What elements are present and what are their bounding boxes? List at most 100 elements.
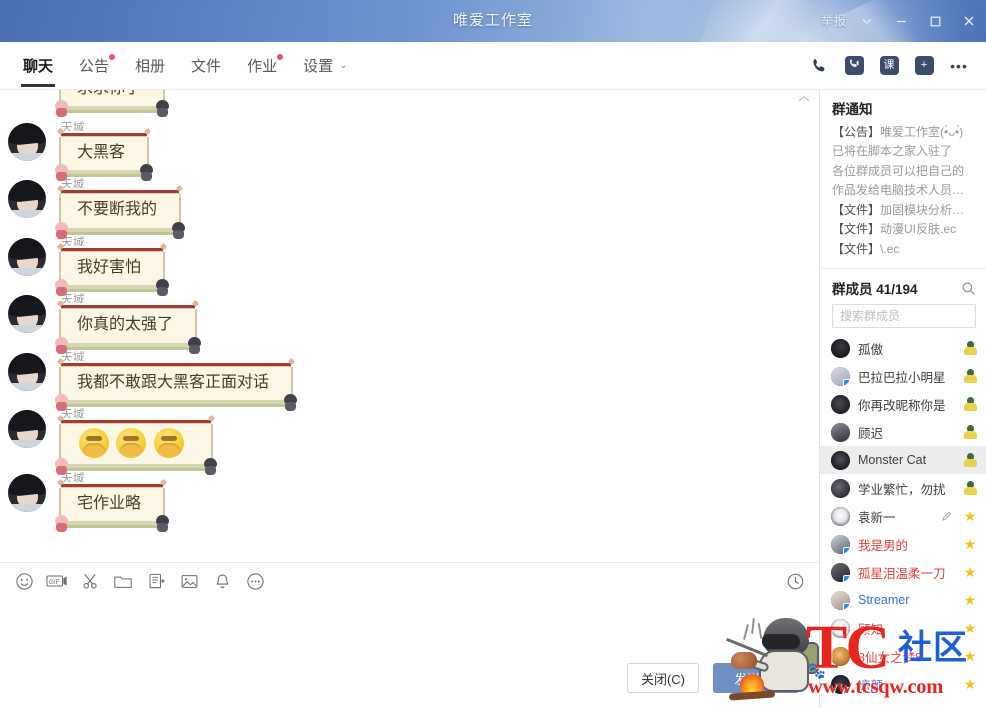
chat-column: 求求你了 [0,90,820,708]
message-body: 天域 [55,406,217,475]
avatar[interactable] [8,352,46,391]
edit-pencil-icon[interactable] [941,510,953,522]
message-bubble-emoji[interactable] [55,417,217,475]
member-row[interactable]: 我是男的 ★ [820,530,986,558]
message-body: 天域 我好害怕 [55,234,170,297]
notice-item-file[interactable]: 【文件】动漫UI反肤.ec [832,220,976,239]
bubble-chibi-right-icon [203,457,218,475]
message-input[interactable] [0,599,819,656]
covering-face-emoji-icon [79,427,109,458]
member-row[interactable]: 孤星泪温柔一刀 ★ [820,558,986,586]
notice-item[interactable]: 作品发给电脑技术人员… [832,181,976,200]
avatar [831,338,850,358]
member-row[interactable]: 顾知 ★ [820,614,986,642]
notice-tag: 【文件】 [832,222,881,237]
member-row[interactable]: 巴拉巴拉小明星 [820,362,986,390]
bubble-pin-left-icon [57,128,64,135]
bubble-chibi-left-icon [54,164,69,182]
bubble-chibi-right-icon [155,100,170,118]
message-bubble[interactable]: 你真的太强了 [55,303,202,354]
member-name: 凉颜 [858,678,884,693]
shake-bell-icon[interactable] [210,569,234,593]
avatar[interactable] [8,237,46,276]
message-bubble[interactable]: 我都不敢跟大黑客正面对话 [55,360,298,411]
message-list[interactable]: 求求你了 [0,90,819,562]
member-row[interactable]: 你再改昵称你是 [820,390,986,418]
member-list[interactable]: 孤傲 巴拉巴拉小明星 你再改昵称你是 顾迟 Monster Cat 学业繁忙，勿… [820,334,986,708]
member-row[interactable]: 学业繁忙，勿扰 [820,474,986,502]
tab-list: 聊天 公告 相册 文件 作业 设置 ⌄ [0,42,360,90]
avatar[interactable] [8,473,46,512]
notice-item-file[interactable]: 【文件】\.ec [832,240,976,259]
folder-icon[interactable] [111,569,135,593]
message-row: 天域 我好害怕 [0,231,819,297]
report-button[interactable]: 举报 [811,0,850,42]
notice-tag: 【公告】 [832,125,881,139]
message-bubble[interactable]: 不要断我的 [55,188,186,239]
member-row[interactable]: 袁新一 ★ [820,502,986,530]
message-body: 天域 我都不敢跟大黑客正面对话 [55,349,298,411]
member-search-box[interactable] [832,304,976,329]
bubble-chibi-right-icon [171,221,186,239]
main-area: 求求你了 [0,90,986,708]
tab-announcements[interactable]: 公告 [66,42,122,90]
message-bubble[interactable]: 求求你了 [55,90,170,118]
tab-album-label: 相册 [135,58,166,75]
chevron-down-icon[interactable] [850,0,884,42]
message-bubble[interactable]: 宅作业略 [55,481,170,533]
tab-chat[interactable]: 聊天 [10,42,66,90]
member-count-label: 群成员 41/194 [832,282,918,298]
avatar[interactable] [8,123,46,161]
tab-files[interactable]: 文件 [178,42,234,90]
send-button[interactable]: 发送(S) [713,663,799,693]
member-row[interactable]: 顾迟 [820,418,986,446]
message-body: 天域 大黑客 [55,119,154,182]
video-call-icon[interactable] [839,51,869,81]
notice-item[interactable]: 已将在脚本之家入驻了 [832,142,976,161]
gif-icon[interactable]: GIF [45,569,69,593]
group-notice-panel: 群通知 【公告】唯爱工作室(•̀ᴗ•́) 已将在脚本之家入驻了 各位群成员可以把… [820,90,986,270]
notice-item[interactable]: 各位群成员可以把自己的 [832,162,976,181]
close-icon[interactable] [952,0,986,42]
screenshot-scissors-icon[interactable] [78,569,102,593]
message-bubble[interactable]: 我好害怕 [55,245,170,297]
avatar[interactable] [8,180,46,219]
file-transfer-icon[interactable] [144,569,168,593]
notice-text: 动漫UI反肤.ec [880,222,957,237]
image-icon[interactable] [177,569,201,593]
notice-item[interactable]: 【公告】唯爱工作室(•̀ᴗ•́) [832,123,976,142]
tab-settings[interactable]: 设置 ⌄ [290,42,360,90]
member-name: 巴拉巴拉小明星 [858,370,946,385]
avatar [831,562,850,582]
member-row[interactable]: 8仙女之梦8 ★ [820,642,986,670]
unread-dot-icon [109,53,116,60]
maximize-icon[interactable] [918,0,952,42]
scroll-up-icon[interactable] [795,93,813,109]
member-name: 学业繁忙，勿扰 [858,482,946,497]
member-row[interactable]: Streamer ★ [820,586,986,614]
message-bubble[interactable]: 大黑客 [55,130,154,182]
member-row[interactable]: 孤傲 [820,334,986,362]
class-icon[interactable]: 课 [874,51,904,81]
star-badge-icon: ★ [963,508,977,525]
tab-album[interactable]: 相册 [122,42,178,90]
chat-history-clock-icon[interactable] [783,569,807,593]
minimize-icon[interactable] [884,0,918,42]
message-text: 不要断我的 [77,201,158,219]
search-icon[interactable] [961,281,976,296]
voice-call-icon[interactable] [804,51,834,81]
message-row: 天域 我都不敢跟大黑客正面对话 [0,346,819,411]
member-search-input[interactable] [833,305,975,328]
notice-item-file[interactable]: 【文件】加固模块分析工… [832,201,976,220]
close-button[interactable]: 关闭(C) [627,663,699,693]
member-row[interactable]: 凉颜 ★ [820,670,986,698]
tab-homework[interactable]: 作业 [234,42,290,90]
emoji-icon[interactable] [12,569,36,593]
new-chat-icon[interactable]: + [909,51,939,81]
more-actions-icon[interactable]: ••• [944,51,974,81]
avatar[interactable] [8,295,46,334]
message-row: 天域 宅作业略 [0,467,819,533]
more-tools-icon[interactable] [243,569,267,593]
avatar[interactable] [8,409,46,448]
member-row-selected[interactable]: Monster Cat [820,446,986,475]
